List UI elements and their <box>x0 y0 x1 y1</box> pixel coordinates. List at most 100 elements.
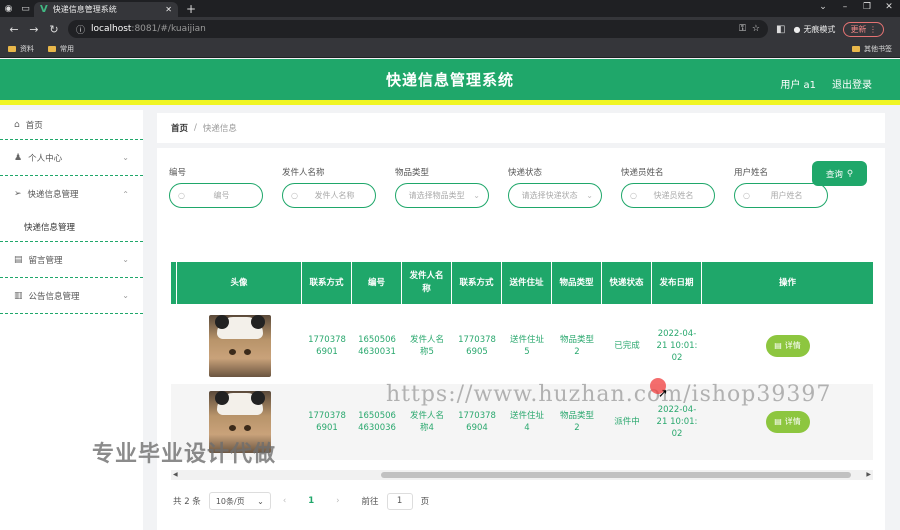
folder-icon <box>48 46 56 52</box>
scrollbar-thumb[interactable] <box>381 472 851 478</box>
sender-input[interactable]: ○ 发件人名称 <box>282 183 376 208</box>
scroll-left-icon[interactable]: ◀ <box>173 470 178 480</box>
scroll-right-icon[interactable]: ▶ <box>866 470 871 480</box>
sidebar-item-announcements[interactable]: ▥ 公告信息管理 ⌄ <box>0 278 143 314</box>
filter-label: 快递状态 <box>508 168 543 178</box>
courier-input[interactable]: ○ 快递员姓名 <box>621 183 715 208</box>
browser-profile-icon[interactable]: ◉ <box>0 0 17 17</box>
filter-label: 物品类型 <box>395 168 430 178</box>
number-cell: 16505064630031 <box>358 334 396 357</box>
address-bar[interactable]: ⓘ localhost:8081/#/kuaijian ⚿ ☆ <box>68 20 768 38</box>
sidebar-item-home[interactable]: ⌂ 首页 <box>0 110 143 140</box>
breadcrumb-current: 快递信息 <box>202 124 237 134</box>
header-contact-2: 联系方式 <box>452 262 502 304</box>
header-contact: 联系方式 <box>302 262 352 304</box>
header-address: 送件住址 <box>502 262 552 304</box>
breadcrumb-home[interactable]: 首页 <box>171 122 188 134</box>
action-cell: ▤ 详情 <box>702 308 873 384</box>
data-table: 头像 联系方式 编号 发件人名称 联系方式 送件住址 物品类型 快递状态 发布日… <box>171 262 873 470</box>
prev-page-icon[interactable]: ‹ <box>283 496 286 506</box>
header-item-type: 物品类型 <box>552 262 602 304</box>
query-button[interactable]: 查询 ⚲ <box>812 161 867 186</box>
header-status: 快递状态 <box>602 262 652 304</box>
pagination: 共 2 条 10条/页 ⌄ ‹ 1 › 前往 1 页 <box>173 492 429 510</box>
filter-bar: 编号 ○ 编号 发件人名称 ○ 发件人名称 物品类型 请选择物品类型 ⌄ 快递状态 请… <box>169 166 847 208</box>
sidebar-item-express-menu[interactable]: ➢ 快递信息管理 ⌃ <box>0 176 143 212</box>
tab-close-icon[interactable]: ✕ <box>165 5 172 14</box>
bookmark-folder-1[interactable]: 资料 <box>8 44 34 54</box>
tab-search-icon[interactable]: ▭ <box>17 0 34 17</box>
incognito-indicator[interactable]: ● 无痕模式 <box>793 24 835 35</box>
chevron-down-icon: ⌄ <box>257 496 264 506</box>
back-icon[interactable]: ← <box>8 23 20 36</box>
goto-label: 前往 <box>361 497 379 507</box>
header-number: 编号 <box>352 262 402 304</box>
date-cell: 2022-04-21 10:01:02 <box>656 328 698 364</box>
address-cell: 送件住址5 <box>509 334 544 357</box>
chart-icon: ▥ <box>14 290 23 301</box>
logout-link[interactable]: 退出登录 <box>832 76 872 91</box>
forward-icon[interactable]: → <box>28 23 40 36</box>
minimize-icon[interactable]: – <box>834 0 856 15</box>
status-select[interactable]: 请选择快递状态 ⌄ <box>508 183 602 208</box>
content-panel: 编号 ○ 编号 发件人名称 ○ 发件人名称 物品类型 请选择物品类型 ⌄ 快递状态 请… <box>157 148 885 530</box>
reload-icon[interactable]: ↻ <box>48 23 60 36</box>
filter-courier: 快递员姓名 ○ 快递员姓名 <box>621 166 725 208</box>
browser-tab[interactable]: V 快递信息管理系统 ✕ <box>34 2 178 17</box>
detail-button[interactable]: ▤ 详情 <box>765 335 810 357</box>
search-icon: ○ <box>291 191 298 200</box>
filter-number: 编号 ○ 编号 <box>169 166 273 208</box>
bookmark-star-icon[interactable]: ☆ <box>752 24 760 34</box>
search-icon: ⚲ <box>846 168 854 179</box>
detail-button[interactable]: ▤ 详情 <box>765 411 810 433</box>
mouse-cursor-icon: ➚ <box>658 386 669 400</box>
app-header: 快递信息管理系统 用户 a1 退出登录 <box>0 59 900 105</box>
incognito-icon: ● <box>793 24 801 34</box>
next-page-icon[interactable]: › <box>336 496 339 506</box>
filter-label: 发件人名称 <box>282 168 325 178</box>
page-suffix: 页 <box>420 497 430 507</box>
user-label: 用户 a1 <box>780 80 816 91</box>
page-size-select[interactable]: 10条/页 ⌄ <box>208 492 271 510</box>
message-icon: ▤ <box>14 254 23 265</box>
url-watermark: https://www.huzhan.com/ishop39397 <box>386 382 832 407</box>
item-type-select[interactable]: 请选择物品类型 ⌄ <box>395 183 489 208</box>
contact2-cell: 17703786905 <box>458 334 496 357</box>
new-tab-icon[interactable]: + <box>186 2 196 16</box>
bookmarks-bar: 资料 常用 其他书签 <box>0 41 900 58</box>
horizontal-scrollbar[interactable]: ◀ ▶ <box>171 470 873 480</box>
document-icon: ▤ <box>774 417 782 427</box>
chevron-down-icon: ⌄ <box>122 153 129 162</box>
sidebar-item-messages[interactable]: ▤ 留言管理 ⌄ <box>0 242 143 278</box>
restore-icon[interactable]: ❐ <box>856 0 878 15</box>
chevron-down-icon: ⌄ <box>586 191 593 200</box>
header-avatar: 头像 <box>177 262 302 304</box>
bookmark-folder-2[interactable]: 常用 <box>48 44 74 54</box>
user-input[interactable]: ○ 用户姓名 <box>734 183 828 208</box>
status-cell: 已完成 <box>614 340 640 351</box>
other-bookmarks[interactable]: 其他书签 <box>852 44 892 54</box>
breadcrumb: 首页 / 快递信息 <box>157 113 885 143</box>
folder-icon <box>852 46 860 52</box>
sender-cell: 发件人名称5 <box>409 334 444 357</box>
number-input[interactable]: ○ 编号 <box>169 183 263 208</box>
table-header: 头像 联系方式 编号 发件人名称 联系方式 送件住址 物品类型 快递状态 发布日… <box>171 262 873 304</box>
search-icon: ○ <box>178 191 185 200</box>
sidepanel-icon[interactable]: ◧ <box>776 24 785 35</box>
page-number[interactable]: 1 <box>308 496 314 506</box>
update-button[interactable]: 更新 ⋮ <box>843 21 884 37</box>
sidebar-subitem-express[interactable]: 快递信息管理 <box>0 212 143 242</box>
browser-tab-strip: ◉ ▭ V 快递信息管理系统 ✕ + ⌄ – ❐ ✕ <box>0 0 900 17</box>
sidebar-item-profile[interactable]: ♟ 个人中心 ⌄ <box>0 140 143 176</box>
home-icon: ⌂ <box>14 119 20 130</box>
site-info-icon[interactable]: ⓘ <box>76 23 85 36</box>
contact-cell: 17703786901 <box>308 410 346 433</box>
close-icon[interactable]: ✕ <box>878 0 900 15</box>
chevron-down-icon[interactable]: ⌄ <box>812 0 834 15</box>
key-icon[interactable]: ⚿ <box>739 24 746 34</box>
document-icon: ▤ <box>774 341 782 351</box>
browser-tab-title: 快递信息管理系统 <box>52 5 117 14</box>
folder-icon <box>8 46 16 52</box>
goto-page-input[interactable]: 1 <box>386 492 413 510</box>
search-icon: ○ <box>743 191 750 200</box>
